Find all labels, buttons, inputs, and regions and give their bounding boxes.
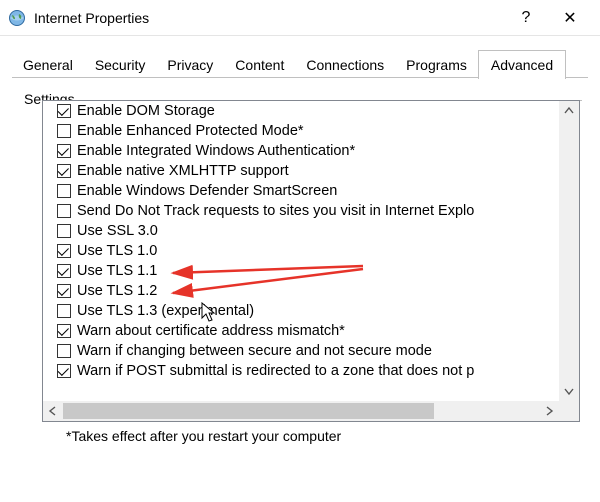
close-icon: ✕ <box>563 8 576 28</box>
setting-row[interactable]: Use TLS 1.0 <box>43 241 559 261</box>
setting-checkbox[interactable] <box>57 364 71 378</box>
setting-row[interactable]: Use TLS 1.3 (experimental) <box>43 301 559 321</box>
setting-checkbox[interactable] <box>57 204 71 218</box>
vertical-scroll-track[interactable] <box>559 121 579 381</box>
setting-checkbox[interactable] <box>57 284 71 298</box>
help-button[interactable]: ? <box>504 3 548 33</box>
tab-content[interactable]: Content <box>224 52 295 78</box>
setting-checkbox[interactable] <box>57 244 71 258</box>
vertical-scrollbar[interactable] <box>559 101 579 401</box>
titlebar: Internet Properties ? ✕ <box>0 0 600 36</box>
setting-label: Use TLS 1.2 <box>77 283 157 299</box>
setting-label: Enable Enhanced Protected Mode* <box>77 123 304 139</box>
tab-advanced[interactable]: Advanced <box>478 50 566 79</box>
settings-listbox[interactable]: Enable DOM Storage Enable Enhanced Protec… <box>42 100 580 422</box>
tab-strip: General Security Privacy Content Connect… <box>0 48 600 78</box>
tab-privacy[interactable]: Privacy <box>156 52 224 78</box>
tab-general[interactable]: General <box>12 52 84 78</box>
horizontal-scroll-track[interactable] <box>63 401 539 421</box>
setting-row[interactable]: Enable Enhanced Protected Mode* <box>43 121 559 141</box>
setting-label: Send Do Not Track requests to sites you … <box>77 203 474 219</box>
setting-label: Use SSL 3.0 <box>77 223 158 239</box>
tab-connections[interactable]: Connections <box>295 52 395 78</box>
setting-label: Warn if POST submittal is redirected to … <box>77 363 474 379</box>
horizontal-scroll-thumb[interactable] <box>63 403 434 419</box>
scroll-right-arrow-icon[interactable] <box>539 401 559 421</box>
setting-checkbox[interactable] <box>57 104 71 118</box>
setting-checkbox[interactable] <box>57 324 71 338</box>
setting-row[interactable]: Use SSL 3.0 <box>43 221 559 241</box>
setting-row[interactable]: Enable Windows Defender SmartScreen <box>43 181 559 201</box>
tab-programs[interactable]: Programs <box>395 52 478 78</box>
setting-row[interactable]: Use TLS 1.2 <box>43 281 559 301</box>
setting-label: Use TLS 1.1 <box>77 263 157 279</box>
scroll-down-arrow-icon[interactable] <box>559 381 579 401</box>
setting-label: Enable Windows Defender SmartScreen <box>77 183 337 199</box>
setting-label: Enable native XMLHTTP support <box>77 163 289 179</box>
window-title: Internet Properties <box>34 10 149 26</box>
scrollbar-corner <box>559 401 579 421</box>
setting-label: Enable DOM Storage <box>77 103 215 119</box>
scroll-up-arrow-icon[interactable] <box>559 101 579 121</box>
setting-checkbox[interactable] <box>57 224 71 238</box>
restart-footnote: *Takes effect after you restart your com… <box>66 428 582 444</box>
setting-checkbox[interactable] <box>57 264 71 278</box>
tab-security[interactable]: Security <box>84 52 157 78</box>
setting-label: Warn about certificate address mismatch* <box>77 323 345 339</box>
tab-panel-advanced: Settings Enable DOM StorageEnable Enhanc… <box>0 78 600 444</box>
setting-label: Use TLS 1.3 (experimental) <box>77 303 254 319</box>
internet-options-icon <box>8 9 26 27</box>
setting-checkbox[interactable] <box>57 164 71 178</box>
setting-row[interactable]: Warn if changing between secure and not … <box>43 341 559 361</box>
setting-row[interactable]: Enable native XMLHTTP support <box>43 161 559 181</box>
settings-list-viewport: Enable DOM Storage Enable Enhanced Protec… <box>43 101 559 401</box>
close-button[interactable]: ✕ <box>548 3 592 33</box>
setting-checkbox[interactable] <box>57 144 71 158</box>
setting-row[interactable]: Warn about certificate address mismatch* <box>43 321 559 341</box>
setting-checkbox[interactable] <box>57 344 71 358</box>
setting-label: Use TLS 1.0 <box>77 243 157 259</box>
setting-label: Enable Integrated Windows Authentication… <box>77 143 355 159</box>
setting-row[interactable]: Enable DOM Storage <box>43 101 559 121</box>
setting-row[interactable]: Enable Integrated Windows Authentication… <box>43 141 559 161</box>
setting-row[interactable]: Use TLS 1.1 <box>43 261 559 281</box>
setting-row[interactable]: Send Do Not Track requests to sites you … <box>43 201 559 221</box>
scroll-left-arrow-icon[interactable] <box>43 401 63 421</box>
setting-row[interactable]: Warn if POST submittal is redirected to … <box>43 361 559 381</box>
setting-label: Warn if changing between secure and not … <box>77 343 432 359</box>
setting-checkbox[interactable] <box>57 184 71 198</box>
settings-group: Settings Enable DOM StorageEnable Enhanc… <box>22 100 582 444</box>
setting-checkbox[interactable] <box>57 124 71 138</box>
horizontal-scrollbar[interactable] <box>43 401 559 421</box>
setting-checkbox[interactable] <box>57 304 71 318</box>
help-icon: ? <box>522 9 531 27</box>
